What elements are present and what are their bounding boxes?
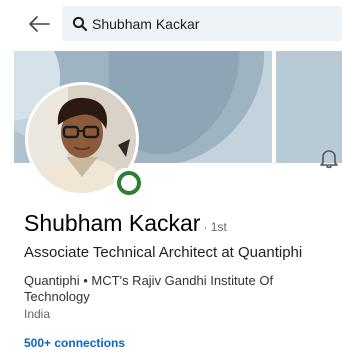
top-bar: Shubham Kackar	[0, 0, 342, 50]
profile-name-row: Shubham Kackar · 1st	[24, 210, 334, 237]
back-button[interactable]	[24, 12, 54, 36]
profile-location: India	[24, 307, 51, 321]
notify-button[interactable]	[318, 147, 340, 169]
search-icon	[72, 16, 88, 31]
arrow-left-icon	[29, 16, 50, 32]
connections-link[interactable]: 500+ connections	[24, 336, 125, 350]
bell-icon	[320, 150, 338, 169]
connection-degree-badge: · 1st	[203, 220, 227, 234]
search-input[interactable]: Shubham Kackar	[62, 6, 342, 41]
profile-name: Shubham Kackar	[24, 210, 201, 236]
profile-headline: Associate Technical Architect at Quantip…	[24, 244, 303, 261]
profile-education: Quantiphi • MCT's Rajiv Gandhi Institute…	[24, 273, 274, 304]
online-status-badge	[114, 168, 141, 195]
search-query-text: Shubham Kackar	[92, 15, 200, 32]
